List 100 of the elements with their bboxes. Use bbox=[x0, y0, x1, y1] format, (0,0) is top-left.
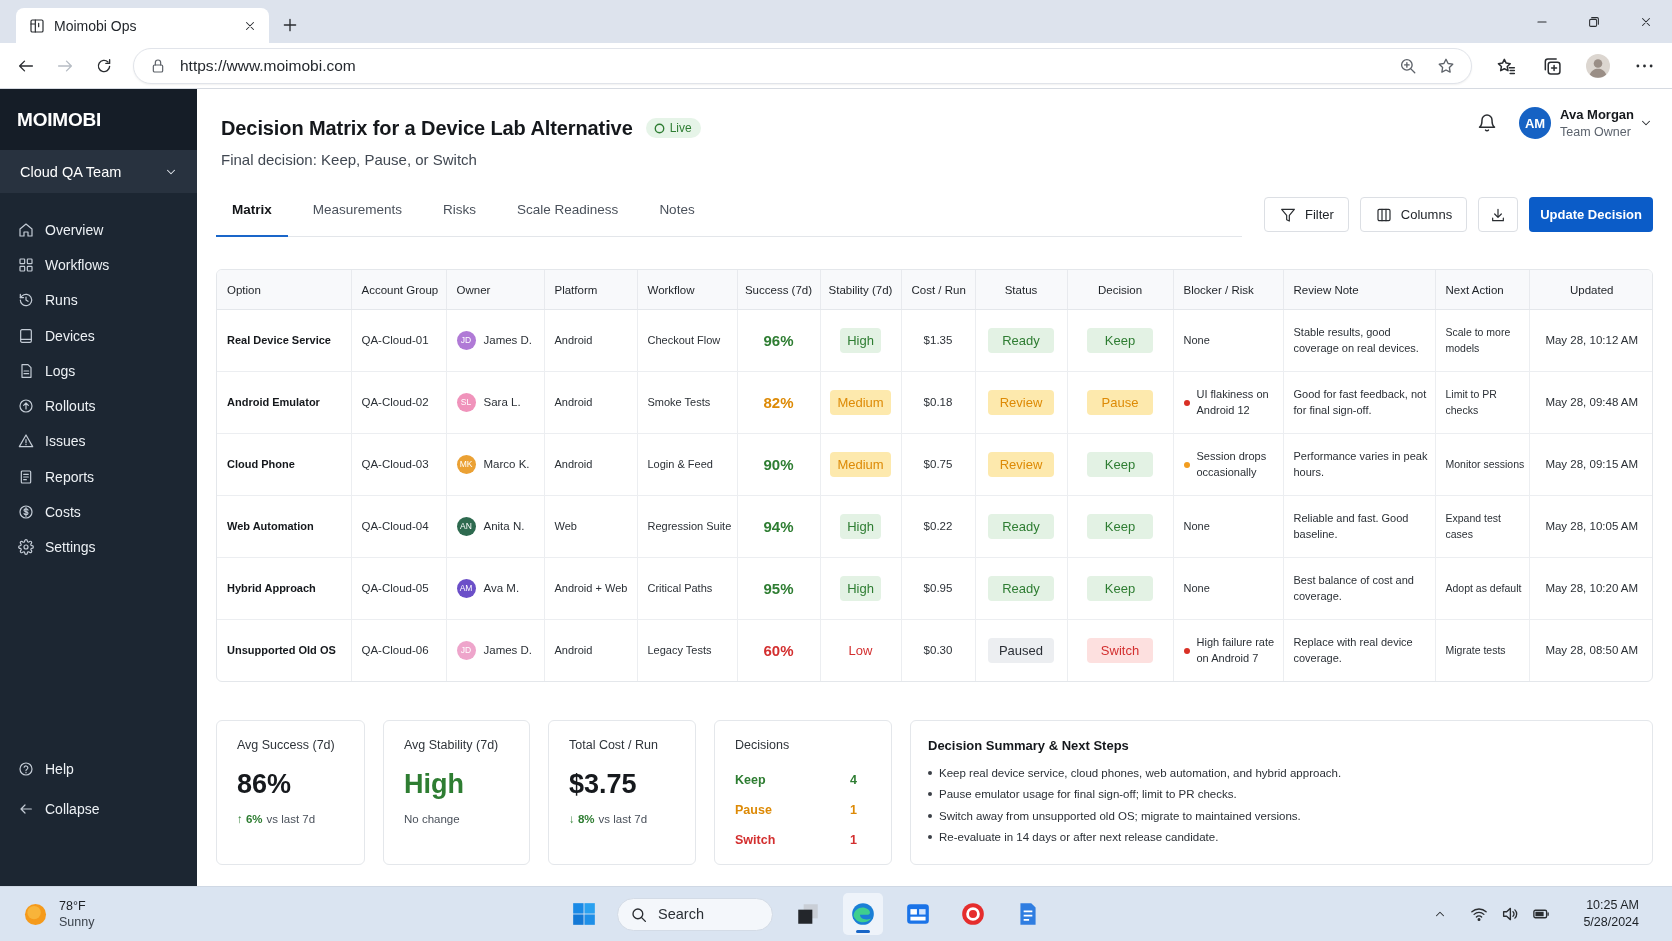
download-button[interactable] bbox=[1478, 197, 1519, 232]
bell-icon[interactable] bbox=[1477, 113, 1498, 133]
column-header: Stability (7d) bbox=[820, 270, 901, 310]
decision-badge: Keep bbox=[1087, 514, 1153, 539]
settings-icon bbox=[18, 539, 34, 556]
owner-name: James D. bbox=[483, 333, 533, 349]
user-avatar[interactable]: AM bbox=[1519, 107, 1552, 139]
table-cell: Android bbox=[544, 619, 637, 681]
new-tab-icon[interactable] bbox=[281, 16, 299, 34]
change-value: ↓ 8% bbox=[569, 813, 595, 825]
collections-icon[interactable] bbox=[1542, 55, 1562, 76]
team-selector[interactable]: Cloud QA Team bbox=[0, 150, 197, 193]
table-cell: Android + Web bbox=[544, 557, 637, 620]
search-field[interactable]: Search bbox=[617, 897, 773, 931]
table-cell: Performance varies in peak hours. bbox=[1283, 433, 1435, 496]
reload-icon[interactable] bbox=[95, 56, 113, 75]
nav-item[interactable]: Costs bbox=[0, 494, 197, 530]
kpi-value: 86% bbox=[237, 768, 292, 801]
table-cell: Android bbox=[544, 371, 637, 434]
star-icon[interactable] bbox=[1437, 56, 1455, 75]
document-icon bbox=[18, 362, 34, 379]
filter-button[interactable]: Filter bbox=[1263, 197, 1349, 232]
clock-time[interactable]: 10:25 AM bbox=[1586, 897, 1639, 914]
update-decision-button[interactable]: Update Decision bbox=[1529, 197, 1653, 232]
window-app-icon bbox=[795, 901, 821, 927]
nav-item[interactable]: Runs bbox=[0, 282, 197, 318]
nav-item[interactable]: Issues bbox=[0, 423, 197, 460]
table-cell: Monitor sessions bbox=[1435, 433, 1529, 496]
column-header: Option bbox=[217, 270, 351, 310]
user-role: Team Owner bbox=[1560, 125, 1632, 139]
card-title: Decision Summary & Next Steps bbox=[928, 738, 1129, 753]
tab[interactable]: Matrix bbox=[216, 185, 288, 237]
bullet-icon bbox=[928, 835, 932, 840]
nav-item[interactable]: Reports bbox=[0, 459, 197, 495]
table-cell: Reliable and fast. Good baseline. bbox=[1283, 495, 1435, 558]
nav-item[interactable]: Devices bbox=[0, 317, 197, 354]
table-cell: QA-Cloud-06 bbox=[351, 619, 446, 681]
owner-name: Ava M. bbox=[483, 581, 520, 597]
table-cell: Cloud Phone bbox=[217, 433, 351, 496]
nav-item[interactable]: Rollouts bbox=[0, 388, 197, 424]
change-value: ↑ 6% bbox=[237, 813, 263, 825]
table-cell: Checkout Flow bbox=[637, 309, 737, 372]
nav-item[interactable]: Settings bbox=[0, 529, 197, 565]
nav-item[interactable]: Help bbox=[0, 749, 197, 789]
nav-item[interactable]: Collapse bbox=[0, 789, 197, 829]
success-rate: 82% bbox=[763, 393, 794, 411]
page-title: Decision Matrix for a Device Lab Alternative bbox=[221, 116, 633, 140]
nav-item[interactable]: Workflows bbox=[0, 247, 197, 283]
table-cell: Expand test cases bbox=[1435, 495, 1529, 558]
column-header: Workflow bbox=[637, 270, 737, 310]
tab[interactable]: Measurements bbox=[296, 185, 419, 237]
bullet-icon bbox=[928, 813, 932, 818]
table-cell: Stable results, good coverage on real devices. bbox=[1283, 309, 1435, 372]
table-cell: May 28, 10:05 AM bbox=[1529, 495, 1652, 558]
decision-label: Keep bbox=[735, 773, 766, 787]
clock-date[interactable]: 5/28/2024 bbox=[1583, 914, 1639, 931]
stability-badge: High bbox=[840, 328, 881, 353]
address-bar[interactable]: https://www.moimobi.com bbox=[133, 47, 1472, 84]
tab[interactable]: Notes bbox=[643, 185, 711, 237]
table-cell: $0.22 bbox=[901, 495, 975, 558]
stability-level: Low bbox=[848, 642, 873, 660]
tab[interactable]: Scale Readiness bbox=[501, 185, 635, 237]
status-badge: Ready bbox=[988, 514, 1054, 539]
more-icon[interactable] bbox=[1635, 63, 1653, 68]
blocker-text: Session drops occasionally bbox=[1196, 448, 1268, 480]
table-cell: Legacy Tests bbox=[637, 619, 737, 681]
profile-avatar-icon[interactable] bbox=[1586, 53, 1610, 78]
page-subtitle: Final decision: Keep, Pause, or Switch bbox=[221, 150, 478, 170]
column-header: Status bbox=[975, 270, 1067, 310]
speaker-icon[interactable] bbox=[1501, 905, 1520, 923]
bullet-icon bbox=[928, 770, 932, 775]
restore-icon[interactable] bbox=[1587, 14, 1601, 29]
decision-badge: Pause bbox=[1087, 390, 1153, 415]
tab[interactable]: Risks bbox=[427, 185, 493, 237]
zoom-icon[interactable] bbox=[1399, 56, 1417, 75]
wifi-icon[interactable] bbox=[1470, 905, 1489, 923]
avatar: MK bbox=[456, 455, 476, 474]
warning-icon bbox=[18, 433, 34, 450]
table-cell: $0.95 bbox=[901, 557, 975, 620]
owner-name: Anita N. bbox=[483, 519, 525, 535]
table-cell: $0.75 bbox=[901, 433, 975, 496]
table-cell: QA-Cloud-03 bbox=[351, 433, 446, 496]
next-step-text: Pause emulator usage for final sign-off; limit to PR checks. bbox=[939, 788, 1237, 801]
avatar: JD bbox=[456, 641, 476, 660]
table-cell: Good for fast feedback, not for final sign-off. bbox=[1283, 371, 1435, 434]
table-cell: May 28, 10:20 AM bbox=[1529, 557, 1652, 620]
user-name: Ava Morgan bbox=[1560, 107, 1634, 122]
table-cell: May 28, 09:48 AM bbox=[1529, 371, 1652, 434]
nav-item[interactable]: Overview bbox=[0, 212, 197, 248]
windows-start-icon[interactable] bbox=[571, 901, 597, 927]
browser-tab[interactable]: Moimobi Ops bbox=[16, 8, 269, 43]
table-cell: Android Emulator bbox=[217, 371, 351, 434]
table-cell: Critical Paths bbox=[637, 557, 737, 620]
column-header: Updated bbox=[1529, 270, 1652, 310]
next-step-text: Switch away from unsupported old OS; migrate to maintained versions. bbox=[939, 809, 1301, 822]
table-cell: QA-Cloud-02 bbox=[351, 371, 446, 434]
status-badge: Review bbox=[988, 452, 1054, 477]
tablet-icon bbox=[18, 327, 34, 344]
columns-button[interactable]: Columns bbox=[1359, 197, 1468, 232]
nav-item[interactable]: Logs bbox=[0, 353, 197, 389]
